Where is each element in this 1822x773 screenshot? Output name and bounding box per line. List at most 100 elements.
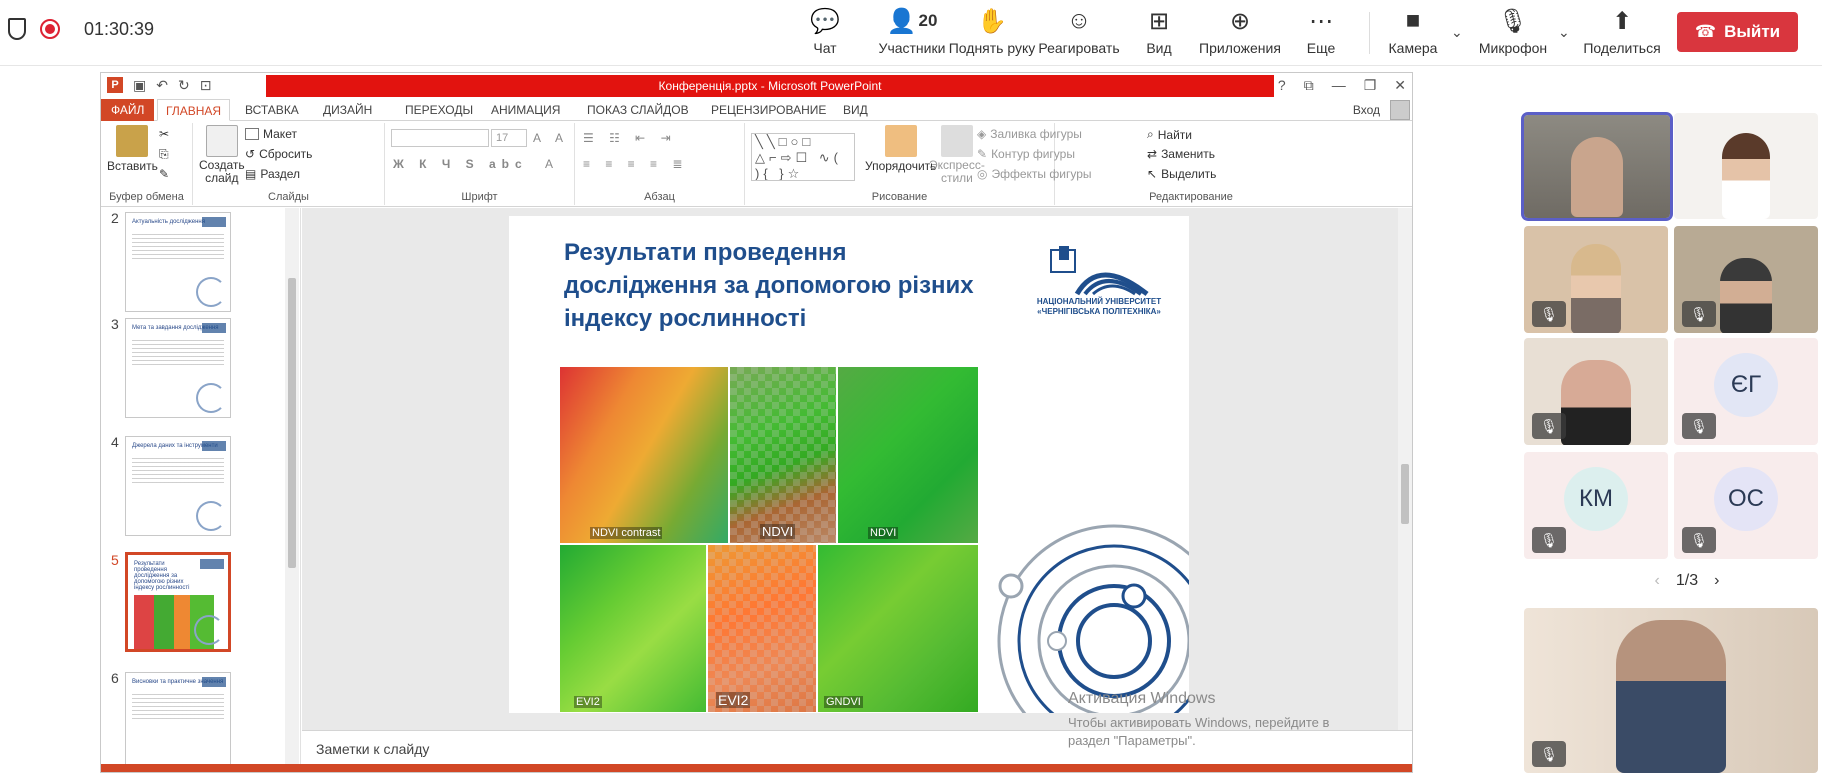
layout-button[interactable]: Макет (245, 127, 297, 141)
find-button[interactable]: ⌕ Найти (1147, 127, 1192, 142)
tab-insert[interactable]: ВСТАВКА (245, 99, 299, 121)
apps-button[interactable]: ⊕ Приложения (1198, 6, 1282, 62)
participant-video[interactable] (1674, 113, 1818, 219)
participant-video-presenter[interactable]: 🎙 (1524, 608, 1818, 773)
mic-off-icon: 🎙 (1532, 741, 1566, 767)
help-icon[interactable]: ? (1278, 77, 1286, 94)
ribbon-options-icon[interactable]: ⧉ (1304, 77, 1314, 94)
share-button[interactable]: ⬆ Поделиться (1583, 6, 1661, 62)
chevron-left-icon[interactable]: ‹ (1655, 572, 1660, 590)
participant-video[interactable]: 🎙 (1674, 226, 1818, 333)
slides-group: Создать слайд Макет ↺ Сбросить ▤ Раздел Сл… (193, 123, 385, 205)
select-button[interactable]: ↖ Выделить (1147, 167, 1216, 181)
scrollbar-thumb[interactable] (1401, 464, 1409, 524)
minimize-icon[interactable]: — (1332, 77, 1346, 94)
tab-slideshow[interactable]: ПОКАЗ СЛАЙДОВ (587, 99, 689, 121)
paragraph-group: ☰ ☷ ⇤ ⇥ ≡ ≡ ≡ ≡ ≣ Абзац (575, 123, 745, 205)
ribbon: Вставить ✂ ⎘ ✎ Буфер обмена Создать слай… (101, 121, 1412, 207)
slide-thumbnail[interactable]: Мета та завдання дослідження (125, 318, 231, 418)
new-slide-button[interactable]: Создать слайд (199, 125, 245, 185)
camera-options-chevron-icon[interactable]: ⌄ (1451, 24, 1463, 41)
tab-design[interactable]: ДИЗАЙН (323, 99, 372, 121)
replace-button[interactable]: ⇄ Заменить (1147, 147, 1215, 161)
sign-in-link[interactable]: Вход (1353, 103, 1380, 117)
participant-video[interactable]: 🎙 (1524, 338, 1668, 445)
format-painter-icon[interactable]: ✎ (159, 167, 169, 181)
list-icons[interactable]: ☰ ☷ ⇤ ⇥ (583, 131, 677, 145)
close-icon[interactable]: ✕ (1394, 77, 1406, 94)
camera-icon: ■ (1405, 7, 1421, 34)
powerpoint-logo-icon: P (107, 77, 123, 93)
restore-icon[interactable]: ❐ (1364, 77, 1377, 94)
camera-button[interactable]: ■ Камера (1388, 6, 1438, 62)
shield-icon (8, 18, 26, 40)
toolbar-divider (1369, 12, 1370, 54)
leave-button[interactable]: ☎ Выйти (1677, 12, 1798, 52)
section-button[interactable]: ▤ Раздел (245, 167, 300, 181)
react-button[interactable]: ☺ Реагировать (1038, 6, 1120, 62)
tab-review[interactable]: РЕЦЕНЗИРОВАНИЕ (711, 99, 826, 121)
tab-file[interactable]: ФАЙЛ (101, 99, 155, 121)
decor-arc (196, 383, 226, 413)
shapes-gallery[interactable]: ╲╲□○□ △⌐⇨☐ ∿( ){ }☆ (751, 133, 855, 181)
paste-button[interactable]: Вставить (107, 125, 158, 173)
font-color-icon[interactable]: A (545, 157, 559, 171)
powerpoint-window: P ▣ ↶ ↻ ⊡ Конференція.pptx - Microsoft P… (100, 72, 1413, 773)
save-icon[interactable]: ▣ (133, 77, 146, 94)
tab-home[interactable]: ГЛАВНАЯ (157, 99, 231, 121)
participant-video-self[interactable] (1521, 112, 1673, 221)
activation-title: Активация Windows (1068, 690, 1216, 707)
shape-fill-button[interactable]: ◈ Заливка фигуры (977, 127, 1082, 141)
slide-thumbnail-selected[interactable]: Результати проведення дослідження за доп… (125, 552, 231, 652)
participant-video[interactable]: 🎙 (1524, 226, 1668, 333)
tab-transitions[interactable]: ПЕРЕХОДЫ (405, 99, 473, 121)
shape-effects-button[interactable]: ◎ Эффекты фигуры (977, 167, 1092, 181)
mic-off-icon: 🎙 (1532, 301, 1566, 327)
reset-button[interactable]: ↺ Сбросить (245, 147, 312, 161)
undo-icon[interactable]: ↶ (156, 77, 168, 94)
person-figure (1571, 244, 1621, 333)
cut-icon[interactable]: ✂ (159, 127, 169, 141)
participant-tile[interactable]: КМ 🎙 (1524, 452, 1668, 559)
ppt-titlebar: P ▣ ↶ ↻ ⊡ Конференція.pptx - Microsoft P… (101, 73, 1412, 99)
chat-button[interactable]: 💬 Чат (808, 6, 842, 62)
scrollbar-thumb[interactable] (288, 278, 296, 568)
redo-icon[interactable]: ↻ (178, 77, 190, 94)
logo-icon (202, 323, 226, 333)
arrange-button[interactable]: Упорядочить (865, 125, 936, 173)
plus-square-icon: ⊕ (1229, 7, 1251, 35)
font-size-select[interactable]: 17 (491, 129, 527, 147)
logo-icon (202, 441, 226, 451)
view-button[interactable]: ⊞ Вид (1144, 6, 1174, 62)
slide-thumbnail[interactable]: Джерела даних та інструменти (125, 436, 231, 536)
slide-thumbnails-pane[interactable]: 2 Актуальність дослідження 3 Мета та зав… (101, 208, 301, 772)
participant-tile[interactable]: ОС 🎙 (1674, 452, 1818, 559)
book-logo-icon (1050, 246, 1149, 296)
font-grow-shrink-icon[interactable]: A A (533, 131, 569, 145)
outline-icon: ✎ (977, 147, 988, 161)
slide-thumbnail[interactable]: Актуальність дослідження (125, 212, 231, 312)
align-icons[interactable]: ≡ ≡ ≡ ≡ ≣ (583, 157, 688, 171)
more-button[interactable]: ⋯ Еще (1306, 6, 1336, 62)
font-family-select[interactable] (391, 129, 489, 147)
tab-animation[interactable]: АНИМАЦИЯ (491, 99, 560, 121)
current-slide[interactable]: Результати проведення дослідження за доп… (509, 216, 1189, 713)
raise-hand-button[interactable]: ✋ Поднять руку (940, 6, 1044, 62)
shape-outline-button[interactable]: ✎ Контур фигуры (977, 147, 1075, 161)
participant-tile[interactable]: ЄГ 🎙 (1674, 338, 1818, 445)
slideshow-icon[interactable]: ⊡ (200, 77, 212, 94)
slide-scrollbar[interactable] (1398, 208, 1412, 764)
microphone-button[interactable]: 🎙 Микрофон (1478, 6, 1548, 62)
chevron-right-icon[interactable]: › (1714, 572, 1719, 590)
tab-view[interactable]: ВИД (843, 99, 868, 121)
evi2-tile: EVI2 (559, 544, 707, 713)
font-format-icons[interactable]: Ж К Ч S abc (393, 157, 528, 171)
slide-thumbnail[interactable]: Висновки та практичне значення (125, 672, 231, 772)
mic-options-chevron-icon[interactable]: ⌄ (1558, 24, 1570, 41)
avatar[interactable] (1390, 100, 1410, 120)
thumbs-scrollbar[interactable] (285, 208, 299, 764)
mic-off-icon: 🎙 (1682, 527, 1716, 553)
copy-icon[interactable]: ⎘ (159, 147, 169, 162)
participants-pager: ‹ 1/3 › (1632, 572, 1742, 590)
person-figure (1720, 258, 1772, 333)
